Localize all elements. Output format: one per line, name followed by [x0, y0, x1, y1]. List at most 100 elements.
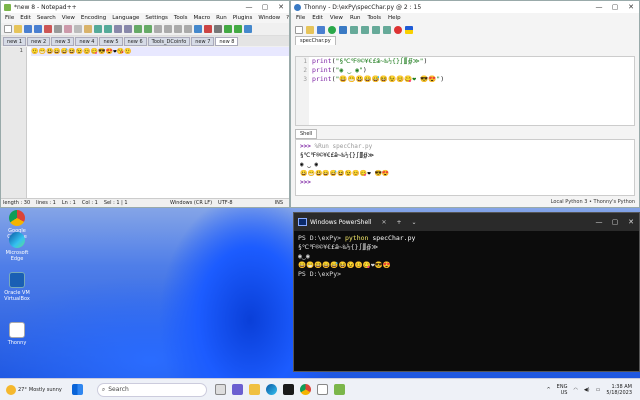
- shell-console[interactable]: >>> %Run specChar.py §℃℉®©¥€£ǣ~‰½{}∫∭∯≫ …: [295, 139, 635, 196]
- shell-tab[interactable]: Shell: [295, 129, 318, 139]
- minimize-button[interactable]: —: [591, 218, 607, 226]
- menu-plugins[interactable]: Plugins: [233, 15, 253, 21]
- close-button[interactable]: ✕: [623, 3, 639, 11]
- volume-icon[interactable]: ◀): [584, 387, 590, 393]
- chrome-icon[interactable]: [299, 384, 311, 395]
- maximize-button[interactable]: ▢: [257, 3, 273, 11]
- interpreter-status[interactable]: Local Python 3 • Thonny's Python: [551, 199, 635, 205]
- file-tab[interactable]: new 7: [191, 37, 215, 46]
- language-icon[interactable]: [194, 25, 202, 33]
- file-tab[interactable]: new 5: [99, 37, 123, 46]
- search-box[interactable]: ⌕ Search: [96, 382, 207, 397]
- file-tab-specchar[interactable]: specChar.py: [295, 36, 336, 45]
- new-file-icon[interactable]: [295, 25, 303, 34]
- powershell-titlebar[interactable]: Windows PowerShell ✕ + ⌄ — ▢ ✕: [294, 213, 639, 231]
- menu-file[interactable]: File: [5, 15, 14, 21]
- paste-icon[interactable]: [84, 25, 92, 33]
- redo-icon[interactable]: [104, 25, 112, 33]
- new-tab-icon[interactable]: +: [397, 219, 402, 226]
- find-icon[interactable]: [114, 25, 122, 33]
- desktop-icon-thonny[interactable]: Thonny: [3, 322, 31, 346]
- word-wrap-icon[interactable]: [164, 25, 172, 33]
- weather-widget[interactable]: 27° Mostly sunny: [6, 384, 62, 395]
- minimize-button[interactable]: —: [241, 3, 257, 11]
- menu-macro[interactable]: Macro: [193, 15, 210, 21]
- menu-language[interactable]: Language: [112, 15, 139, 21]
- file-tab[interactable]: new 3: [51, 37, 75, 46]
- menu-run[interactable]: Run: [216, 15, 227, 21]
- file-tab[interactable]: Tools_DCoinfo: [147, 37, 191, 46]
- save-icon[interactable]: [317, 25, 325, 34]
- menu-search[interactable]: Search: [37, 15, 56, 21]
- debug-icon[interactable]: [339, 25, 347, 34]
- save-macro-icon[interactable]: [244, 25, 252, 33]
- ukraine-flag-icon[interactable]: [405, 25, 413, 34]
- tray-overflow-icon[interactable]: ^: [546, 387, 550, 393]
- save-all-icon[interactable]: [34, 25, 42, 33]
- copy-icon[interactable]: [74, 25, 82, 33]
- maximize-button[interactable]: ▢: [607, 218, 623, 226]
- file-tab[interactable]: new 4: [75, 37, 99, 46]
- open-file-icon[interactable]: [306, 25, 314, 34]
- stop-macro-icon[interactable]: [214, 25, 222, 33]
- notepadpp-titlebar[interactable]: *new 8 - Notepad++ — ▢ ✕: [1, 1, 289, 13]
- maximize-button[interactable]: ▢: [607, 3, 623, 11]
- terminal-icon[interactable]: [282, 384, 294, 395]
- menu-view[interactable]: View: [62, 15, 75, 21]
- terminal-output[interactable]: PS D:\exPy> python specChar.py §℃℉®©¥€£ǣ…: [294, 231, 639, 282]
- teams-icon[interactable]: [231, 384, 243, 395]
- zoom-in-icon[interactable]: [134, 25, 142, 33]
- edge-icon[interactable]: [265, 384, 277, 395]
- minimize-button[interactable]: —: [591, 3, 607, 11]
- undo-icon[interactable]: [94, 25, 102, 33]
- run-icon[interactable]: [328, 25, 336, 34]
- menu-view[interactable]: View: [330, 15, 343, 21]
- thonny-titlebar[interactable]: Thonny - D:\exPy\specChar.py @ 2 : 15 — …: [291, 1, 639, 13]
- close-button[interactable]: ✕: [623, 218, 639, 226]
- resume-icon[interactable]: [383, 25, 391, 34]
- file-tab[interactable]: new 6: [123, 37, 147, 46]
- menu-run[interactable]: Run: [350, 15, 361, 21]
- menu-tools[interactable]: Tools: [367, 15, 381, 21]
- close-button[interactable]: ✕: [273, 3, 289, 11]
- step-out-icon[interactable]: [372, 25, 380, 34]
- file-explorer-icon[interactable]: [248, 384, 260, 395]
- thonny-taskbar-icon[interactable]: [316, 384, 328, 395]
- menu-window[interactable]: Window: [258, 15, 280, 21]
- record-macro-icon[interactable]: [204, 25, 212, 33]
- save-icon[interactable]: [24, 25, 32, 33]
- menu-settings[interactable]: Settings: [145, 15, 168, 21]
- play-macro-icon[interactable]: [224, 25, 232, 33]
- wifi-icon[interactable]: ◠: [573, 387, 577, 393]
- widgets-icon[interactable]: [214, 384, 226, 395]
- close-file-icon[interactable]: [44, 25, 52, 33]
- run-macro-icon[interactable]: [234, 25, 242, 33]
- file-tab[interactable]: new 2: [27, 37, 51, 46]
- indent-guide-icon[interactable]: [184, 25, 192, 33]
- desktop-icon-virtualbox[interactable]: Oracle VM VirtualBox: [3, 272, 31, 302]
- cut-icon[interactable]: [64, 25, 72, 33]
- code-text[interactable]: print("§℃℉®©¥€£ǣ~‰½{}∫∭∯≫") print("◉ ‿ ◉…: [312, 57, 444, 84]
- stop-icon[interactable]: [394, 25, 402, 34]
- menu-edit[interactable]: Edit: [312, 15, 323, 21]
- sync-scroll-icon[interactable]: [154, 25, 162, 33]
- language-indicator[interactable]: ENG US: [557, 384, 568, 396]
- open-file-icon[interactable]: [14, 25, 22, 33]
- close-tab-icon[interactable]: ✕: [381, 219, 386, 226]
- editor-line[interactable]: 🙂😁😃😄😅😆😉😊😋😎😍❤😘🙂: [31, 47, 289, 56]
- show-all-chars-icon[interactable]: [174, 25, 182, 33]
- notepadpp-taskbar-icon[interactable]: [333, 384, 345, 395]
- editor-area[interactable]: 1 🙂😁😃😄😅😆😉😊😋😎😍❤😘🙂: [1, 47, 289, 199]
- menu-help[interactable]: Help: [388, 15, 401, 21]
- step-into-icon[interactable]: [361, 25, 369, 34]
- print-icon[interactable]: [54, 25, 62, 33]
- clock[interactable]: 1:38 AM 5/18/2023: [606, 384, 632, 396]
- new-file-icon[interactable]: [4, 25, 12, 33]
- code-editor[interactable]: 1 2 3 print("§℃℉®©¥€£ǣ~‰½{}∫∭∯≫") print(…: [295, 56, 635, 126]
- battery-icon[interactable]: ▭: [596, 387, 601, 393]
- zoom-out-icon[interactable]: [144, 25, 152, 33]
- menu-edit[interactable]: Edit: [20, 15, 31, 21]
- file-tab-active[interactable]: new 8: [215, 37, 239, 46]
- menu-encoding[interactable]: Encoding: [81, 15, 106, 21]
- menu-help[interactable]: ?: [286, 15, 289, 21]
